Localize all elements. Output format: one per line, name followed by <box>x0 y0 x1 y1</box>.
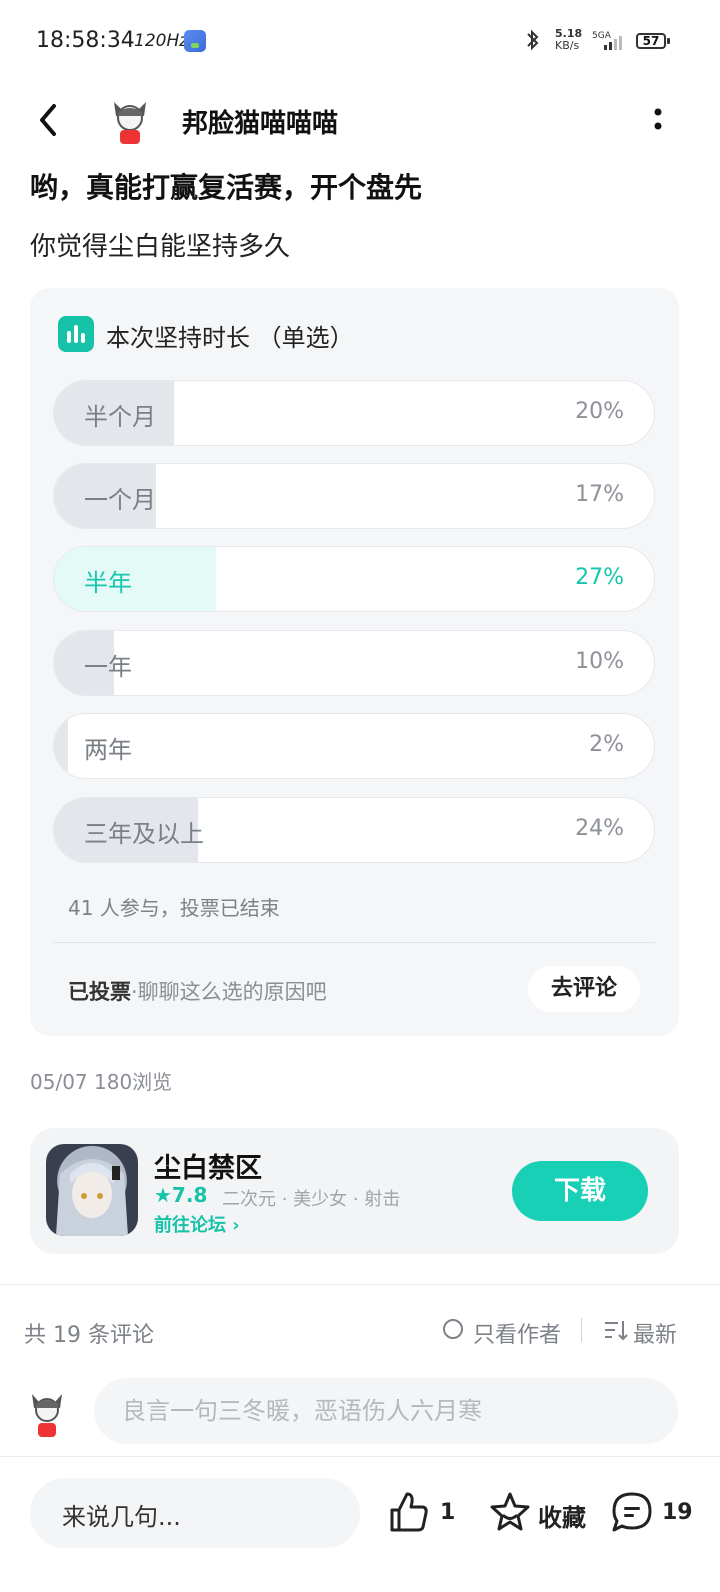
poll-option-percent: 17% <box>575 482 624 507</box>
post-body: 你觉得尘白能坚持多久 <box>30 232 291 262</box>
voted-hint: ·聊聊这么选的原因吧 <box>131 980 327 1004</box>
poll-option[interactable]: 半个月 20% <box>53 380 655 446</box>
poll-option[interactable]: 一个月 17% <box>53 463 655 529</box>
favorite-label[interactable]: 收藏 <box>538 1498 586 1533</box>
bluetooth-icon <box>524 28 542 58</box>
comment-bubble-icon[interactable] <box>610 1490 654 1534</box>
like-count: 1 <box>440 1500 456 1525</box>
bottom-divider <box>0 1456 720 1457</box>
poll-title: 本次坚持时长 （单选） <box>106 324 354 352</box>
poll-option-fill <box>54 547 216 611</box>
poll-option[interactable]: 三年及以上 24% <box>53 797 655 863</box>
sort-separator <box>581 1318 582 1342</box>
sort-latest[interactable]: 最新 <box>633 1317 677 1349</box>
author-avatar[interactable] <box>104 94 156 146</box>
back-icon <box>40 104 56 136</box>
back-button[interactable] <box>28 98 72 142</box>
poll-option-percent: 2% <box>589 732 624 757</box>
poll-option[interactable]: 两年 2% <box>53 713 655 779</box>
poll-option-label: 半年 <box>84 569 132 597</box>
more-button[interactable] <box>640 100 676 140</box>
quick-comment-placeholder[interactable]: 来说几句... <box>62 1497 181 1532</box>
poll-option[interactable]: 一年 10% <box>53 630 655 696</box>
app-notification-icon <box>184 30 206 52</box>
only-author-radio-icon[interactable] <box>443 1319 463 1339</box>
battery-icon: 57 <box>636 33 670 49</box>
poll-option-label: 两年 <box>84 736 132 764</box>
status-time: 18:58:34 <box>36 28 135 53</box>
like-icon[interactable] <box>388 1490 430 1534</box>
poll-option-label: 半个月 <box>84 403 156 431</box>
poll-option-label: 三年及以上 <box>84 820 204 848</box>
comment-count-badge: 19 <box>662 1500 693 1525</box>
only-author-toggle[interactable]: 只看作者 <box>473 1317 561 1349</box>
poll-option-percent: 27% <box>575 565 624 590</box>
poll-stats: 41 人参与，投票已结束 <box>68 896 280 920</box>
poll-option-fill <box>54 714 68 778</box>
game-tags: 二次元 · 美少女 · 射击 <box>222 1189 401 1210</box>
download-button[interactable]: 下载 <box>512 1161 648 1221</box>
voted-label: 已投票 <box>68 980 131 1004</box>
author-name[interactable]: 邦脸猫喵喵喵 <box>182 103 338 140</box>
poll-option-label: 一年 <box>84 653 132 681</box>
voted-line: 已投票·聊聊这么选的原因吧 <box>68 976 327 1006</box>
comment-count: 共 19 条评论 <box>24 1323 154 1348</box>
forum-link[interactable]: 前往论坛 › <box>154 1211 240 1237</box>
signal-icon <box>596 34 626 52</box>
net-speed-unit: KB/s <box>555 39 580 52</box>
net-speed: 5.18 KB/s <box>555 28 585 52</box>
comment-input[interactable] <box>94 1378 678 1444</box>
go-comment-button[interactable]: 去评论 <box>528 966 640 1012</box>
post-title: 哟，真能打赢复活赛，开个盘先 <box>30 171 423 204</box>
poll-divider <box>53 942 655 943</box>
favorite-star-icon[interactable] <box>488 1490 532 1534</box>
current-user-avatar <box>24 1386 70 1442</box>
more-icon <box>654 108 662 130</box>
poll-option[interactable]: 半年 27% <box>53 546 655 612</box>
poll-option-label: 一个月 <box>84 486 156 514</box>
poll-option-percent: 24% <box>575 816 624 841</box>
poll-chart-icon <box>58 316 94 352</box>
poll-option-percent: 20% <box>575 399 624 424</box>
refresh-rate: 120Hz <box>134 31 189 51</box>
poll-option-percent: 10% <box>575 649 624 674</box>
post-meta: 05/07 180浏览 <box>30 1070 173 1094</box>
section-divider <box>0 1284 720 1285</box>
game-icon[interactable] <box>46 1144 138 1236</box>
sort-icon[interactable] <box>604 1318 628 1342</box>
game-name[interactable]: 尘白禁区 <box>154 1146 262 1185</box>
game-score: ★7.8 <box>154 1183 208 1207</box>
